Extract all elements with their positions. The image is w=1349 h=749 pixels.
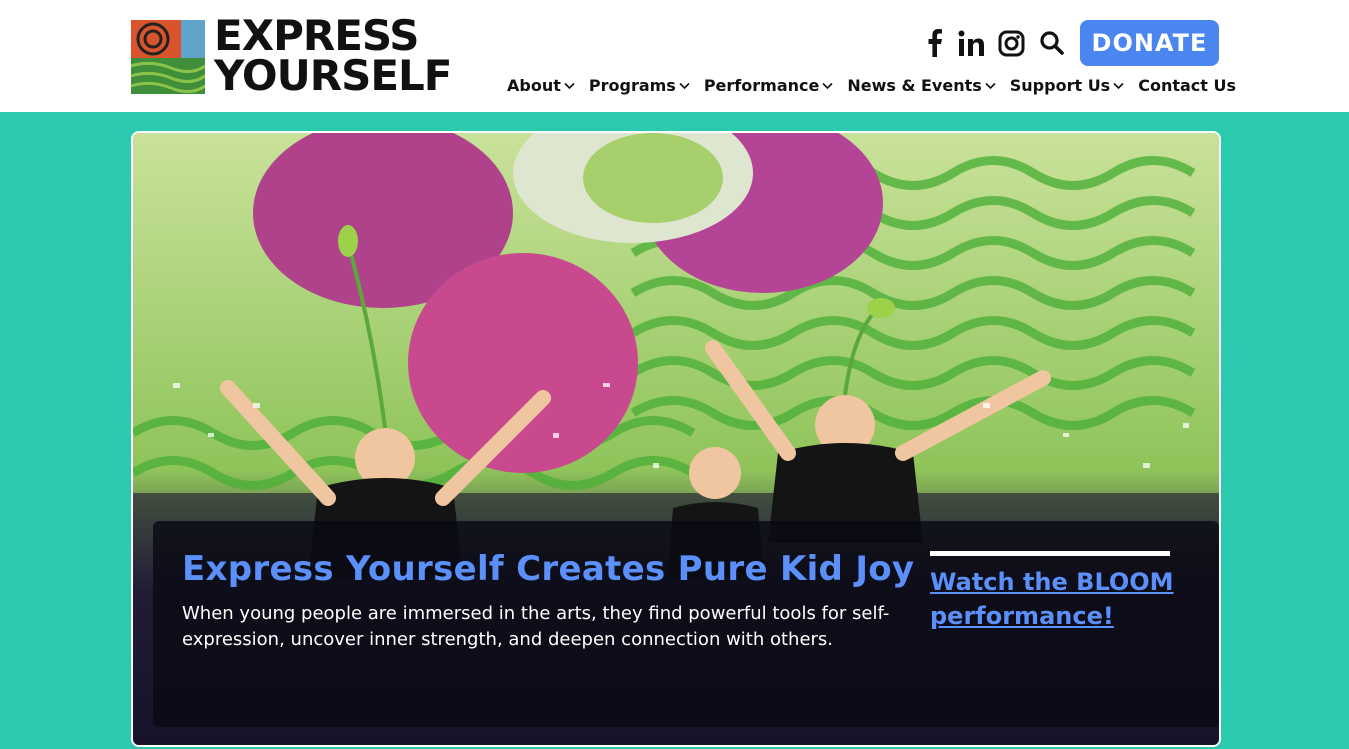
logo-line-1: EXPRESS [214,11,420,60]
chevron-down-icon [985,82,996,89]
chevron-down-icon [822,82,833,89]
chevron-down-icon [679,82,690,89]
hero-caption-panel: Express Yourself Creates Pure Kid Joy Wh… [153,521,1219,727]
facebook-icon[interactable] [927,28,943,58]
nav-item-performance[interactable]: Performance [704,76,834,95]
nav-item-support-us[interactable]: Support Us [1010,76,1124,95]
logo-icon[interactable] [131,20,205,94]
watch-bloom-link[interactable]: Watch the BLOOM performance! [930,565,1190,633]
hero-headline: Express Yourself Creates Pure Kid Joy [182,549,915,589]
nav-label-programs: Programs [588,76,676,95]
nav-label-news-events: News & Events [847,76,982,95]
instagram-icon[interactable] [998,28,1025,58]
nav-label-performance: Performance [703,76,820,95]
nav-label-support-us: Support Us [1009,76,1111,95]
logo-wordmark[interactable]: EXPRESS YOURSELF [214,11,452,100]
main-nav: About Programs Performance News & Events… [507,76,1250,95]
search-icon[interactable] [1039,28,1065,58]
nav-item-news-events[interactable]: News & Events [847,76,996,95]
linkedin-icon[interactable] [958,28,985,58]
logo-line-2: YOURSELF [214,51,452,100]
site-header: EXPRESS YOURSELF DONATE About Programs P… [0,0,1349,112]
nav-item-about[interactable]: About [507,76,575,95]
nav-item-contact-us[interactable]: Contact Us [1138,76,1236,95]
hero-banner: Express Yourself Creates Pure Kid Joy Wh… [131,131,1221,747]
nav-label-contact-us: Contact Us [1138,76,1236,95]
hero-subtext: When young people are immersed in the ar… [182,603,890,650]
cta-divider [930,551,1170,556]
chevron-down-icon [564,82,575,89]
donate-button[interactable]: DONATE [1080,20,1219,66]
chevron-down-icon [1113,82,1124,89]
nav-item-programs[interactable]: Programs [589,76,690,95]
nav-label-about: About [507,76,561,95]
